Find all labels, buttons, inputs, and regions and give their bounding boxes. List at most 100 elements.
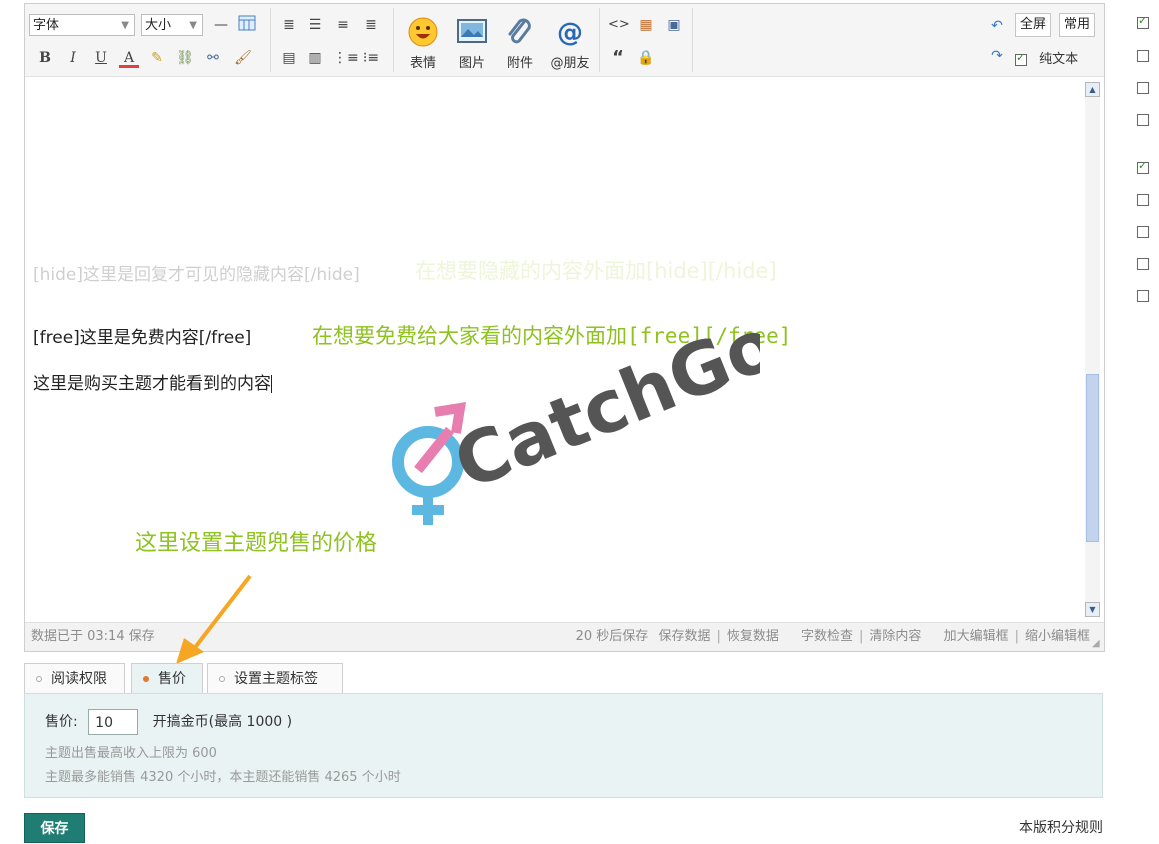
clear-format-brush-icon[interactable]: 🖌 — [233, 48, 253, 68]
paste-word-icon[interactable]: ▣ — [664, 15, 684, 35]
tab-label: 设置主题标签 — [234, 671, 318, 687]
code-icon[interactable]: <> — [608, 15, 630, 35]
image-button-label: 图片 — [458, 56, 485, 71]
font-family-value: 字体 — [33, 18, 60, 33]
underline-button[interactable]: U — [91, 48, 111, 68]
image-button[interactable]: 图片 — [449, 12, 495, 74]
restore-data-link[interactable]: 恢复数据 — [727, 629, 779, 644]
mention-friend-button[interactable]: @ @朋友 — [547, 12, 593, 74]
paid-content-text: 这里是购买主题才能看到的内容 — [33, 374, 271, 394]
toolbar-insert-group: 表情 图片 附件 @ @朋友 — [394, 8, 600, 72]
at-sign-icon: @ — [557, 18, 583, 48]
font-family-select[interactable]: 字体 ▼ — [29, 14, 135, 36]
chevron-down-icon: ▼ — [189, 20, 197, 31]
chevron-down-icon: ▼ — [121, 20, 129, 31]
text-cursor — [271, 375, 272, 393]
quote-icon[interactable]: “ — [608, 48, 628, 68]
option-checkbox[interactable] — [1137, 258, 1149, 270]
align-center-icon[interactable]: ≡ — [333, 15, 353, 35]
editor-toolbar: 字体 ▼ 大小 ▼ — B I U A ✎ ⛓ ⚯ 🖌 ≣ ☰ ≡ ≣ ▤ ▥ … — [25, 4, 1104, 77]
clear-content-link[interactable]: 清除内容 — [869, 629, 921, 644]
italic-button[interactable]: I — [63, 48, 83, 68]
autosave-countdown: 20 秒后保存 — [575, 629, 649, 644]
align-right-icon[interactable]: ≣ — [361, 15, 381, 35]
option-checkbox[interactable] — [1137, 114, 1149, 126]
font-color-button[interactable]: A — [119, 48, 139, 68]
table-icon[interactable] — [237, 15, 257, 35]
price-input[interactable]: 10 — [88, 709, 139, 735]
font-size-select[interactable]: 大小 ▼ — [141, 14, 203, 36]
save-button[interactable]: 保存 — [24, 813, 85, 843]
scroll-down-arrow-icon[interactable]: ▼ — [1085, 602, 1100, 617]
tab-label: 阅读权限 — [51, 671, 107, 687]
hide-content-icon[interactable]: ▦ — [636, 15, 656, 35]
option-checkbox[interactable] — [1137, 14, 1149, 29]
tab-dot-icon — [219, 676, 225, 682]
resize-grip-icon[interactable]: ◢ — [1092, 639, 1102, 649]
price-label: 售价: — [45, 714, 78, 730]
unordered-list-icon[interactable]: ⁝≡ — [361, 48, 381, 68]
ghost-hide-line: [hide]这里是回复才可见的隐藏内容[/hide] — [33, 265, 360, 285]
enlarge-editor-link[interactable]: 加大编辑框 — [944, 629, 1009, 644]
attachment-button[interactable]: 附件 — [497, 12, 543, 74]
option-checkbox[interactable] — [1137, 194, 1149, 206]
price-hint-sale-hours: 主题最多能销售 4320 个小时，本主题还能销售 4265 个小时 — [45, 770, 401, 785]
toolbar-format-group: 字体 ▼ 大小 ▼ — B I U A ✎ ⛓ ⚯ 🖌 — [25, 8, 271, 72]
rich-text-editor: 字体 ▼ 大小 ▼ — B I U A ✎ ⛓ ⚯ 🖌 ≣ ☰ ≡ ≣ ▤ ▥ … — [24, 3, 1105, 652]
option-checkbox[interactable] — [1137, 82, 1149, 94]
plaintext-toggle[interactable]: 纯文本 — [1015, 48, 1078, 67]
tab-dot-icon — [143, 676, 149, 682]
picture-icon — [455, 16, 489, 50]
align-left-icon[interactable]: ☰ — [305, 15, 325, 35]
tab-read-permission[interactable]: 阅读权限 — [24, 663, 125, 693]
plaintext-label: 纯文本 — [1039, 52, 1079, 67]
unlink-icon[interactable]: ⚯ — [203, 48, 223, 68]
shrink-editor-link[interactable]: 缩小编辑框 — [1025, 629, 1090, 644]
tab-price[interactable]: 售价 — [131, 663, 203, 694]
save-data-link[interactable]: 保存数据 — [658, 629, 710, 644]
word-check-link[interactable]: 字数检查 — [801, 629, 853, 644]
attachment-button-label: 附件 — [506, 56, 533, 71]
lock-icon[interactable]: 🔒 — [636, 48, 656, 68]
emoji-button[interactable]: 表情 — [400, 12, 446, 74]
option-checkbox[interactable] — [1137, 226, 1149, 238]
common-button[interactable]: 常用 — [1059, 13, 1096, 37]
align-justify-icon[interactable]: ≣ — [279, 15, 299, 35]
tab-topic-tags[interactable]: 设置主题标签 — [207, 663, 343, 693]
fullscreen-button[interactable]: 全屏 — [1015, 13, 1052, 37]
ordered-list-icon[interactable]: ⋮≡ — [333, 48, 359, 68]
status-actions: 20 秒后保存 保存数据 | 恢复数据 字数检查 | 清除内容 加大编辑框 | 缩小编辑框 — [575, 629, 1090, 644]
float-left-icon[interactable]: ▤ — [279, 48, 299, 68]
paid-content-line: 这里是购买主题才能看到的内容 — [33, 369, 272, 394]
toolbar-misc-group: <> ▦ ▣ “ 🔒 — [600, 8, 693, 72]
option-checkbox[interactable] — [1137, 290, 1149, 302]
smiley-icon — [406, 16, 440, 50]
price-annotation: 这里设置主题兜售的价格 — [135, 531, 378, 556]
tab-dot-icon — [36, 676, 42, 682]
scroll-up-arrow-icon[interactable]: ▲ — [1085, 82, 1100, 97]
undo-icon[interactable]: ↶ — [987, 16, 1007, 36]
pointer-arrow — [176, 574, 252, 664]
emoji-button-label: 表情 — [409, 56, 436, 71]
price-currency: 开搞金币(最高 1000 ) — [152, 714, 293, 730]
price-row: 售价: 10 开搞金币(最高 1000 ) — [45, 709, 292, 735]
highlight-pen-icon[interactable]: ✎ — [147, 48, 167, 68]
float-right-icon[interactable]: ▥ — [305, 48, 325, 68]
bold-button[interactable]: B — [35, 48, 55, 68]
option-checkbox[interactable] — [1137, 159, 1149, 174]
font-size-value: 大小 — [145, 18, 172, 33]
plaintext-checkbox[interactable] — [1015, 51, 1027, 66]
ghost-hide-annotation: 在想要隐藏的内容外面加[hide][/hide] — [415, 259, 777, 283]
editor-scrollbar[interactable]: ▲ ▼ — [1085, 82, 1100, 617]
toolbar-align-group: ≣ ☰ ≡ ≣ ▤ ▥ ⋮≡ ⁝≡ — [271, 8, 394, 72]
horizontal-rule-icon[interactable]: — — [211, 15, 231, 35]
price-panel: 售价: 10 开搞金币(最高 1000 ) 主题出售最高收入上限为 600 主题… — [24, 693, 1103, 798]
credit-rules-link[interactable]: 本版积分规则 — [1019, 817, 1103, 837]
option-checkbox[interactable] — [1137, 50, 1149, 62]
catchgod-watermark: CatchGod — [380, 282, 836, 530]
insert-link-icon[interactable]: ⛓ — [175, 48, 195, 68]
paperclip-icon — [503, 16, 537, 50]
scrollbar-thumb[interactable] — [1086, 374, 1099, 542]
saved-status-text: 数据已于 03:14 保存 — [31, 629, 155, 644]
redo-icon[interactable]: ↷ — [987, 46, 1007, 66]
